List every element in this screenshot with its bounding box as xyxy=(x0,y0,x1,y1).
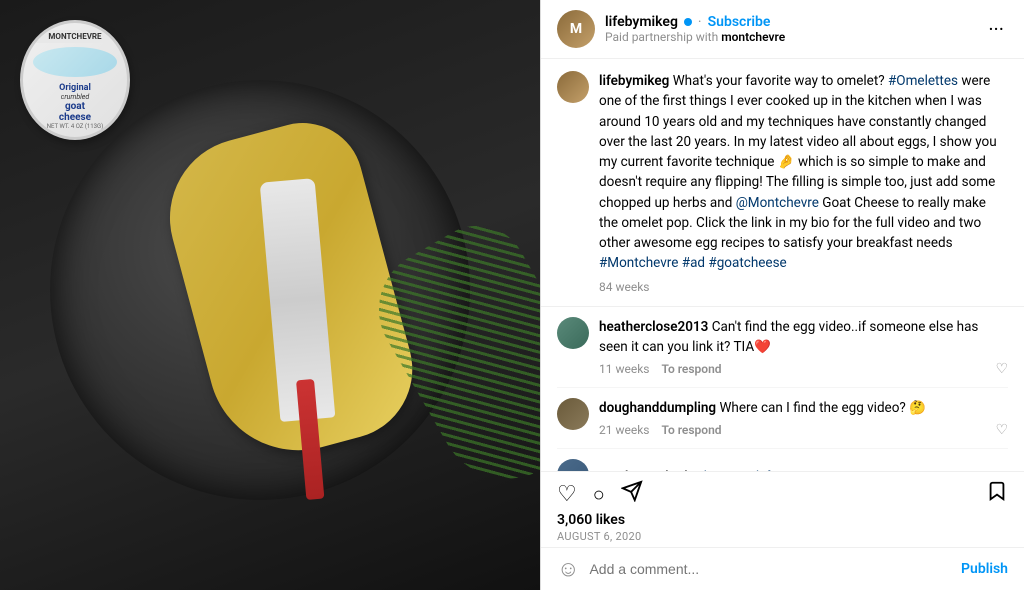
comment-input[interactable] xyxy=(589,561,951,577)
caption-text: lifebymikeg What's your favorite way to … xyxy=(599,71,1008,274)
comments-section: heatherclose2013 Can't find the egg vide… xyxy=(541,307,1024,472)
like-button[interactable]: ♡ xyxy=(557,482,577,507)
caption-avatar xyxy=(557,71,589,103)
verified-badge xyxy=(684,18,692,26)
dot-separator: · xyxy=(698,14,702,30)
partnership-text: Paid partnership with montchevre xyxy=(605,30,974,44)
comment-avatar xyxy=(557,459,589,471)
post-detail-panel: M lifebymikeg · Subscribe Paid partnersh… xyxy=(540,0,1024,590)
cheese-container: MONTCHEVRE Original crumbled goat cheese… xyxy=(20,20,130,140)
cheese-weight: NET WT. 4 OZ (113G) xyxy=(47,123,103,130)
comment-more-icon[interactable]: 〜 xyxy=(990,462,1008,471)
comment-time: 11 weeks xyxy=(599,362,649,376)
comment-time: 21 weeks xyxy=(599,423,649,437)
comment-content: Where can I find the egg video? 🤔 xyxy=(719,400,926,416)
caption-time: 84 weeks xyxy=(599,280,1008,294)
comment-avatar xyxy=(557,317,589,349)
partnership-prefix: Paid partnership with xyxy=(605,30,718,44)
comment-avatar xyxy=(557,398,589,430)
comment-body: doughanddumpling Where can I find the eg… xyxy=(599,398,1008,438)
partnership-brand[interactable]: montchevre xyxy=(721,30,785,44)
header-user-info: lifebymikeg · Subscribe Paid partnership… xyxy=(605,14,974,44)
post-image: MONTCHEVRE Original crumbled goat cheese… xyxy=(0,0,540,590)
caption-section: lifebymikeg What's your favorite way to … xyxy=(541,59,1024,307)
caption-username[interactable]: lifebymikeg xyxy=(599,73,669,89)
comment-text: heatherclose2013 Can't find the egg vide… xyxy=(599,317,1008,358)
comment-input-row: ☺ Publish xyxy=(541,547,1024,590)
comment-text: doughanddumpling Where can I find the eg… xyxy=(599,398,1008,418)
comment-body: heatherclose2013 Can't find the egg vide… xyxy=(599,317,1008,378)
header-username[interactable]: lifebymikeg xyxy=(605,14,678,30)
author-avatar: M xyxy=(557,10,595,48)
emoji-button[interactable]: ☺ xyxy=(557,556,579,582)
comment-heart-icon[interactable]: ♡ xyxy=(995,422,1008,438)
cheese-type: Original xyxy=(59,83,91,93)
comment-respond[interactable]: To respond xyxy=(661,423,721,437)
comment-button[interactable]: ○ xyxy=(593,482,605,507)
likes-count: 3,060 likes xyxy=(557,512,1008,528)
comment-item: heatherclose2013 Can't find the egg vide… xyxy=(557,307,1008,389)
bookmark-button[interactable] xyxy=(986,480,1008,508)
comment-item: doughanddumpling Where can I find the eg… xyxy=(557,388,1008,449)
share-button[interactable] xyxy=(621,480,643,508)
comment-item: eastbayrashad @kevin_uglyface 〜 xyxy=(557,449,1008,471)
actions-bar: ♡ ○ 3,060 likes August 6, 2020 xyxy=(541,471,1024,547)
subscribe-button[interactable]: Subscribe xyxy=(708,14,771,30)
cheese-desc1: crumbled xyxy=(61,93,89,101)
post-header: M lifebymikeg · Subscribe Paid partnersh… xyxy=(541,0,1024,59)
more-options-button[interactable]: ··· xyxy=(984,17,1008,41)
comment-username[interactable]: heatherclose2013 xyxy=(599,319,708,335)
caption-body: What's your favorite way to omelet? #Ome… xyxy=(599,73,997,271)
post-date: August 6, 2020 xyxy=(557,530,1008,543)
comment-username[interactable]: doughanddumpling xyxy=(599,400,716,416)
comment-respond[interactable]: To respond xyxy=(661,362,721,376)
publish-button[interactable]: Publish xyxy=(961,561,1008,577)
cheese-desc2b: cheese xyxy=(59,112,91,123)
cheese-desc2a: goat xyxy=(65,101,85,112)
comment-heart-icon[interactable]: ♡ xyxy=(995,361,1008,377)
